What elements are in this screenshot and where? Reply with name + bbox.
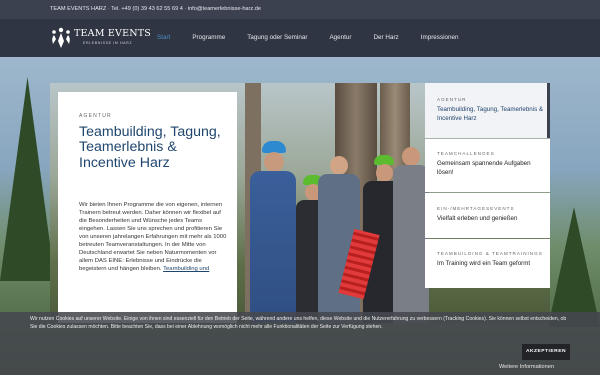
logo-name: TEAM EVENTS	[74, 28, 151, 39]
person-blue-helmet	[250, 141, 296, 323]
accept-cookies-button[interactable]: AKZEPTIEREN	[522, 344, 570, 360]
sidebar-item-text: Vielfalt erleben und genießen	[437, 215, 518, 222]
phone-link[interactable]: Tel. +49 (0) 39 43 62 55 69 4	[111, 6, 183, 12]
menu-item-der-harz[interactable]: Der Harz	[374, 19, 399, 57]
top-info-bar: TEAM EVENTS HARZ · Tel. +49 (0) 39 43 62…	[0, 0, 600, 19]
sidebar-item-teamchallenges[interactable]: TEAMCHALLENGES Gemeinsam spannende Aufga…	[425, 139, 550, 192]
sidebar-item-events[interactable]: EIN-/MEHRTAGESEVENTS Vielfalt erleben un…	[425, 193, 550, 238]
card-eyebrow: AGENTUR	[79, 113, 112, 119]
email-link[interactable]: info@teamerlebnisse-harz.de	[188, 6, 261, 12]
top-info: TEAM EVENTS HARZ · Tel. +49 (0) 39 43 62…	[50, 0, 261, 19]
fir-tree	[548, 207, 600, 327]
sidebar-nav: AGENTUR Teambuilding, Tagung, Teamerlebn…	[425, 83, 550, 288]
sidebar-item-text: Teambuilding, Tagung, Teamerlebnis & Inc…	[437, 106, 544, 122]
team-figures-icon	[52, 27, 70, 48]
sidebar-item-agentur[interactable]: AGENTUR Teambuilding, Tagung, Teamerlebn…	[425, 83, 550, 138]
company-name: TEAM EVENTS HARZ	[50, 6, 107, 12]
menu-item-impressionen[interactable]: Impressionen	[421, 19, 459, 57]
sidebar-item-label: AGENTUR	[437, 97, 467, 102]
sidebar-item-text: Im Training wird ein Team geformt	[437, 260, 531, 267]
intro-text-body: Wir bieten Ihnen Programme die von eigen…	[79, 202, 227, 273]
sidebar-item-label: EIN-/MEHRTAGESEVENTS	[437, 206, 515, 211]
cookie-message: Wir nutzen Cookies auf unserer Website. …	[30, 316, 567, 330]
intro-card: AGENTUR Teambuilding, Tagung, Teamerlebn…	[58, 92, 237, 323]
menu: Start Programme Tagung oder Seminar Agen…	[150, 19, 459, 57]
fir-tree	[0, 77, 55, 281]
menu-item-start[interactable]: Start	[157, 19, 170, 57]
menu-item-tagung[interactable]: Tagung oder Seminar	[247, 19, 307, 57]
sidebar-item-text: Gemeinsam spannende Aufgaben lösen!	[437, 160, 531, 176]
page-title: Teambuilding, Tagung, Teamerlebnis & Inc…	[79, 124, 221, 171]
menu-item-programme[interactable]: Programme	[192, 19, 225, 57]
person-grey-jacket	[393, 147, 429, 323]
sidebar-item-label: TEAMCHALLENGES	[437, 151, 495, 156]
logo[interactable]: TEAM EVENTS ERLEBNISSE IM HARZ	[50, 27, 151, 51]
intro-text-link[interactable]: Teambuilding und	[163, 266, 209, 272]
cookie-banner: Wir nutzen Cookies auf unserer Website. …	[0, 312, 600, 375]
menu-item-agentur[interactable]: Agentur	[329, 19, 351, 57]
logo-tagline: ERLEBNISSE IM HARZ	[83, 41, 133, 45]
main-navigation: TEAM EVENTS ERLEBNISSE IM HARZ Start Pro…	[0, 19, 600, 57]
sidebar-item-label: TEAMBUILDING & TEAMTRAININGS	[437, 251, 543, 256]
sidebar-item-teambuilding[interactable]: TEAMBUILDING & TEAMTRAININGS Im Training…	[425, 239, 550, 288]
intro-text: Wir bieten Ihnen Programme die von eigen…	[79, 201, 229, 273]
more-info-link[interactable]: Weitere Informationen	[499, 364, 554, 370]
